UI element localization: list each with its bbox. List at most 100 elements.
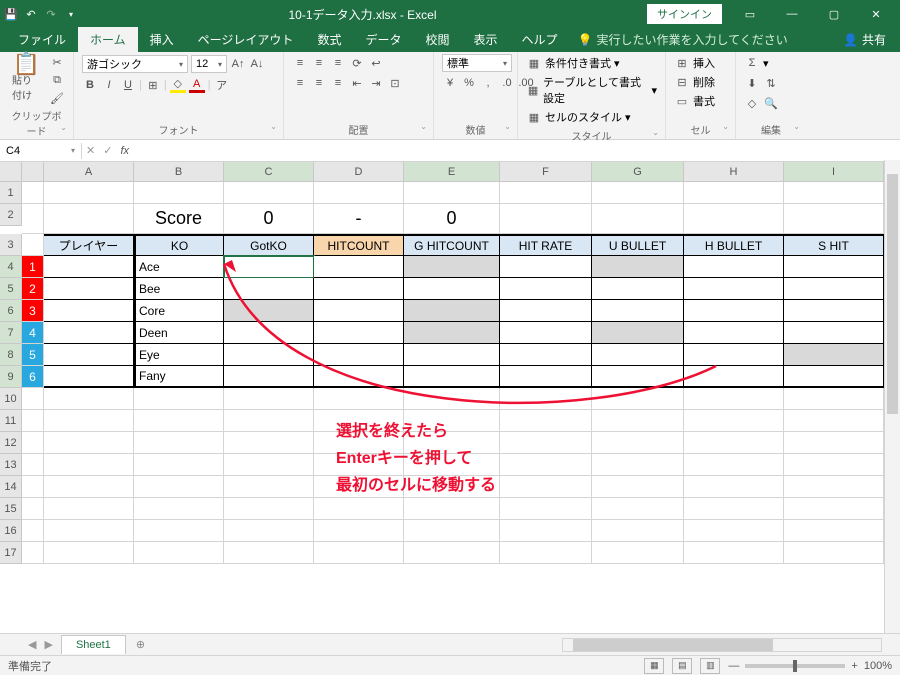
cell[interactable] <box>22 498 44 520</box>
tab-view[interactable]: 表示 <box>461 27 509 52</box>
cell[interactable] <box>500 432 592 454</box>
font-size-select[interactable]: 12▾ <box>191 55 227 73</box>
close-button[interactable]: ✕ <box>856 0 896 28</box>
cell[interactable]: 0 <box>224 204 314 234</box>
shrink-font-icon[interactable]: A↓ <box>249 56 265 72</box>
cell[interactable] <box>224 344 314 366</box>
fill-color-icon[interactable]: ◇ <box>170 77 186 93</box>
signin-button[interactable]: サインイン <box>647 4 722 24</box>
cell[interactable] <box>22 182 44 204</box>
cell[interactable] <box>592 388 684 410</box>
cell[interactable] <box>684 520 784 542</box>
name-box[interactable]: C4▾ <box>0 143 82 159</box>
cell[interactable]: プレイヤー <box>44 234 134 256</box>
horizontal-scrollbar[interactable] <box>562 638 882 652</box>
cell[interactable] <box>404 344 500 366</box>
row-header[interactable]: 16 <box>0 520 22 542</box>
fx-icon[interactable]: fx <box>116 145 133 157</box>
tab-help[interactable]: ヘルプ <box>510 27 570 52</box>
cell[interactable] <box>784 498 884 520</box>
row-header[interactable]: 9 <box>0 366 22 388</box>
cell[interactable] <box>134 476 224 498</box>
redo-icon[interactable]: ↷ <box>44 7 58 21</box>
zoom-slider[interactable]: — + 100% <box>728 660 892 672</box>
cell[interactable] <box>684 182 784 204</box>
cell[interactable] <box>684 204 784 234</box>
minimize-button[interactable]: — <box>772 0 812 28</box>
cell[interactable] <box>500 542 592 564</box>
sheet-prev-icon[interactable]: ◀ <box>28 638 36 651</box>
cell[interactable] <box>500 204 592 234</box>
cell[interactable] <box>44 542 134 564</box>
cell[interactable] <box>224 476 314 498</box>
cell[interactable]: Eye <box>134 344 224 366</box>
cell[interactable] <box>134 454 224 476</box>
cell[interactable] <box>134 542 224 564</box>
col-header[interactable]: F <box>500 162 592 182</box>
cell[interactable]: Score <box>134 204 224 234</box>
percent-icon[interactable]: % <box>461 75 477 91</box>
tab-data[interactable]: データ <box>353 27 413 52</box>
cell[interactable]: 4 <box>22 322 44 344</box>
cell[interactable]: GotKO <box>224 234 314 256</box>
cell[interactable] <box>44 432 134 454</box>
align-right-icon[interactable]: ≡ <box>330 75 346 91</box>
cell[interactable] <box>224 322 314 344</box>
cell[interactable]: H BULLET <box>684 234 784 256</box>
cell[interactable] <box>404 498 500 520</box>
cell[interactable]: 3 <box>22 300 44 322</box>
insert-cells-button[interactable]: ⊞挿入 <box>674 54 715 72</box>
fill-icon[interactable]: ⬇ <box>744 75 760 91</box>
cell[interactable]: Bee <box>134 278 224 300</box>
vertical-scrollbar[interactable] <box>884 160 900 633</box>
row-header[interactable]: 8 <box>0 344 22 366</box>
cell[interactable] <box>500 498 592 520</box>
conditional-format-button[interactable]: ▦条件付き書式 ▾ <box>526 54 620 72</box>
sheet-tab[interactable]: Sheet1 <box>61 635 126 654</box>
cell[interactable] <box>44 344 134 366</box>
cell[interactable] <box>784 256 884 278</box>
row-header[interactable]: 7 <box>0 322 22 344</box>
cell[interactable] <box>22 432 44 454</box>
cell[interactable] <box>224 520 314 542</box>
cell[interactable] <box>592 300 684 322</box>
cell[interactable] <box>684 322 784 344</box>
cell[interactable] <box>592 366 684 388</box>
align-bottom-icon[interactable]: ≡ <box>330 55 346 71</box>
row-header[interactable]: 4 <box>0 256 22 278</box>
cell[interactable] <box>684 256 784 278</box>
cell-styles-button[interactable]: ▦セルのスタイル ▾ <box>526 108 631 126</box>
cell[interactable]: Ace <box>134 256 224 278</box>
cell[interactable]: Core <box>134 300 224 322</box>
cell[interactable] <box>314 278 404 300</box>
border-icon[interactable]: ⊞ <box>145 77 161 93</box>
cell[interactable] <box>22 542 44 564</box>
cell[interactable] <box>0 162 22 182</box>
cell[interactable] <box>44 520 134 542</box>
autosum-icon[interactable]: Σ <box>744 55 760 71</box>
view-normal-button[interactable]: ▦ <box>644 658 664 674</box>
cell[interactable] <box>22 388 44 410</box>
cell[interactable] <box>22 234 44 256</box>
cell[interactable] <box>314 322 404 344</box>
cell[interactable] <box>784 520 884 542</box>
col-header[interactable]: G <box>592 162 684 182</box>
cell[interactable] <box>314 520 404 542</box>
cell[interactable] <box>500 520 592 542</box>
tab-file[interactable]: ファイル <box>6 27 78 52</box>
cell[interactable]: 6 <box>22 366 44 388</box>
cell[interactable] <box>404 256 500 278</box>
cell[interactable] <box>592 410 684 432</box>
cell[interactable] <box>784 366 884 388</box>
cell[interactable]: G HITCOUNT <box>404 234 500 256</box>
merge-icon[interactable]: ⊡ <box>387 75 403 91</box>
cell[interactable] <box>684 476 784 498</box>
cell[interactable] <box>784 322 884 344</box>
row-header[interactable]: 5 <box>0 278 22 300</box>
cut-icon[interactable]: ✂ <box>49 54 65 70</box>
zoom-in-icon[interactable]: + <box>851 660 857 672</box>
cell[interactable]: U BULLET <box>592 234 684 256</box>
cell[interactable] <box>592 520 684 542</box>
cell[interactable] <box>134 182 224 204</box>
spreadsheet-grid[interactable]: ABCDEFGHIJ12Score0-03プレイヤーKOGotKOHITCOUN… <box>0 162 900 564</box>
